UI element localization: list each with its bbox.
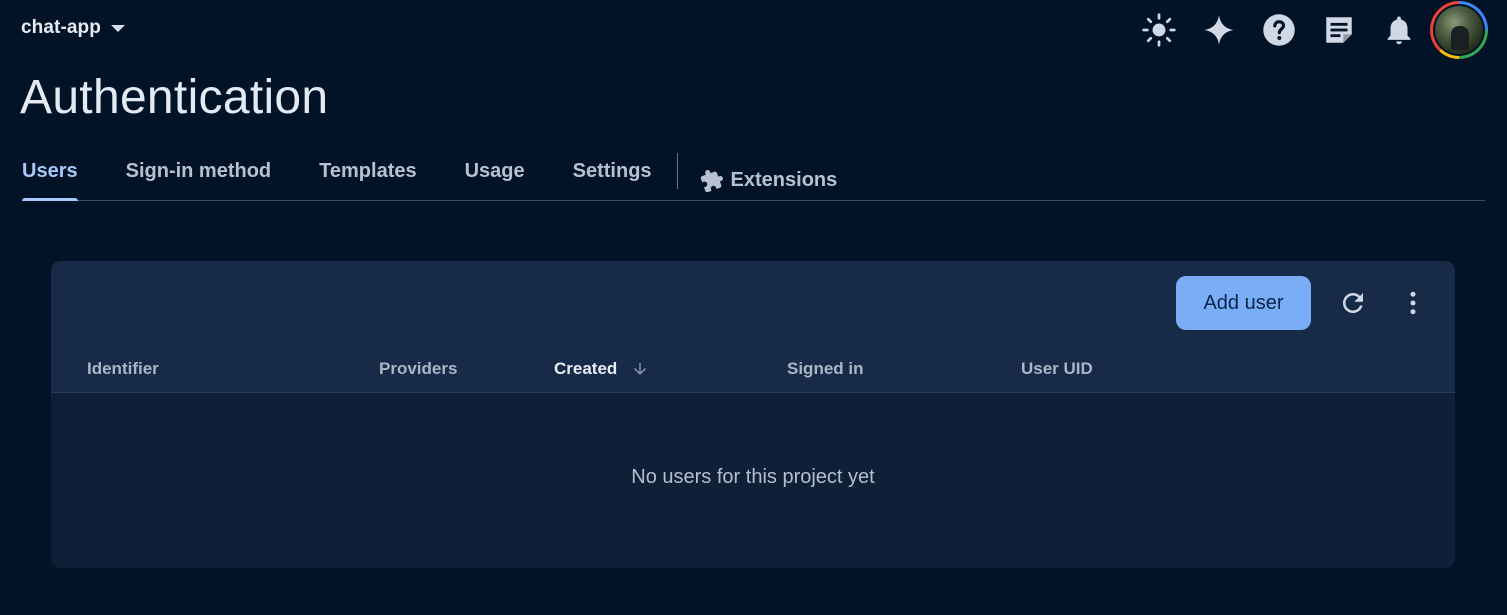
caret-down-icon[interactable] bbox=[110, 24, 125, 32]
column-header-created[interactable]: Created bbox=[554, 359, 649, 379]
users-card-header: Add user Identifier Providers Created Si… bbox=[51, 261, 1455, 393]
help-icon[interactable] bbox=[1259, 10, 1299, 50]
column-header-created-label[interactable]: Created bbox=[554, 359, 617, 379]
tab-usage[interactable]: Usage bbox=[465, 148, 525, 200]
avatar-ring[interactable] bbox=[1430, 1, 1488, 59]
refresh-icon[interactable] bbox=[1333, 283, 1373, 323]
more-vert-icon[interactable] bbox=[1393, 283, 1433, 323]
tab-divider bbox=[676, 153, 678, 189]
top-bar: chat-app bbox=[0, 0, 1507, 60]
project-name[interactable]: chat-app bbox=[21, 17, 101, 39]
bell-icon[interactable] bbox=[1379, 10, 1419, 50]
column-header-user-uid[interactable]: User UID bbox=[1021, 359, 1093, 379]
avatar-inner[interactable] bbox=[1433, 4, 1485, 56]
column-header-signed-in[interactable]: Signed in bbox=[787, 359, 864, 379]
empty-state-message: No users for this project yet bbox=[631, 466, 875, 488]
puzzle-icon bbox=[700, 168, 724, 192]
feedback-icon[interactable] bbox=[1319, 10, 1359, 50]
tab-settings[interactable]: Settings bbox=[573, 148, 652, 200]
column-header-providers[interactable]: Providers bbox=[379, 359, 457, 379]
arrow-down-icon[interactable] bbox=[631, 360, 649, 378]
top-icons bbox=[1119, 0, 1489, 60]
project-switcher[interactable]: chat-app bbox=[21, 17, 125, 39]
column-header-identifier[interactable]: Identifier bbox=[87, 359, 159, 379]
tab-bar: Users Sign-in method Templates Usage Set… bbox=[22, 148, 1485, 201]
users-card: Add user Identifier Providers Created Si… bbox=[51, 261, 1455, 568]
tab-sign-in-method[interactable]: Sign-in method bbox=[126, 148, 272, 200]
account-avatar[interactable] bbox=[1429, 0, 1489, 60]
tab-users[interactable]: Users bbox=[22, 148, 78, 201]
sparkle-icon[interactable] bbox=[1199, 10, 1239, 50]
sun-icon[interactable] bbox=[1139, 10, 1179, 50]
add-user-button[interactable]: Add user bbox=[1176, 276, 1311, 330]
page-title: Authentication bbox=[20, 71, 329, 124]
tab-templates[interactable]: Templates bbox=[319, 148, 416, 200]
avatar[interactable] bbox=[1435, 6, 1483, 54]
tab-extensions-label[interactable]: Extensions bbox=[731, 169, 838, 192]
tab-extensions[interactable]: Extensions bbox=[700, 148, 838, 200]
